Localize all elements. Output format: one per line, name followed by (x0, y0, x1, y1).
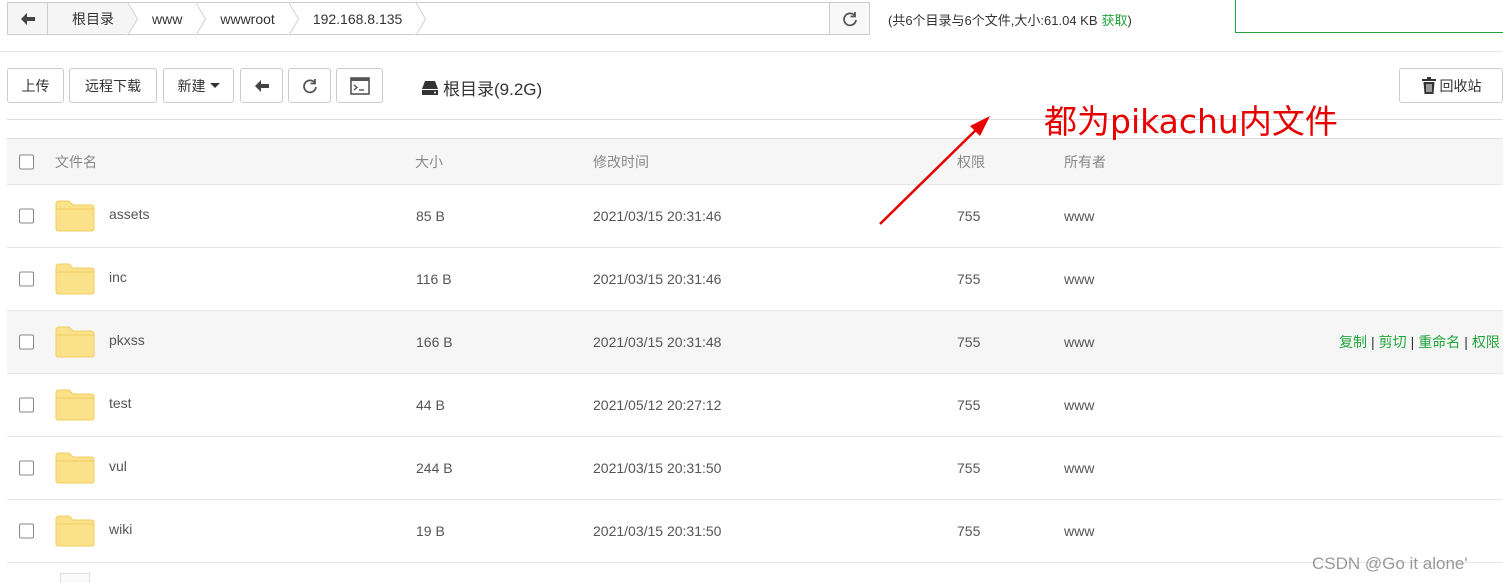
new-dropdown-button[interactable]: 新建 (163, 68, 234, 103)
file-owner[interactable]: www (1064, 397, 1094, 413)
upload-button[interactable]: 上传 (7, 68, 64, 103)
folder-icon (55, 200, 95, 232)
file-owner[interactable]: www (1064, 523, 1094, 539)
file-icon (60, 573, 90, 583)
file-perm[interactable]: 755 (957, 397, 980, 413)
folder-icon (55, 389, 95, 421)
dir-summary: (共6个目录与6个文件,大小:61.04 KB 获取) (888, 10, 1132, 29)
path-refresh-button[interactable] (829, 3, 869, 34)
summary-close: ) (1127, 13, 1132, 28)
file-owner[interactable]: www (1064, 208, 1094, 224)
file-name[interactable]: vul (109, 458, 127, 474)
select-all-checkbox[interactable] (19, 154, 34, 169)
divider (0, 51, 1503, 52)
file-perm[interactable]: 755 (957, 271, 980, 287)
copy-link[interactable]: 复制 (1339, 334, 1367, 350)
file-size: 44 B (416, 397, 445, 413)
file-owner[interactable]: www (1064, 271, 1094, 287)
refresh-icon (302, 78, 317, 93)
search-box-edge[interactable] (1235, 0, 1503, 33)
folder-icon (55, 452, 95, 484)
recycle-label: 回收站 (1439, 77, 1482, 94)
refresh-icon (842, 11, 857, 26)
path-input-area[interactable] (416, 3, 829, 34)
disk-indicator[interactable]: 根目录(9.2G) (421, 75, 542, 100)
table-row[interactable]: pkxss 166 B 2021/03/15 20:31:48 755 www … (7, 311, 1503, 374)
table-row[interactable]: wiki 19 B 2021/03/15 20:31:50 755 www (7, 500, 1503, 563)
file-name[interactable]: pkxss (109, 332, 145, 348)
disk-label: 根目录(9.2G) (443, 80, 543, 99)
annotation-text: 都为pikachu内文件 (1044, 102, 1338, 141)
recycle-bin-button[interactable]: 回收站 (1399, 68, 1503, 103)
terminal-button[interactable] (336, 68, 383, 103)
row-actions: 复制 | 剪切 | 重命名 | 权限 (1339, 332, 1500, 352)
file-size: 244 B (416, 460, 453, 476)
table-row[interactable]: inc 116 B 2021/03/15 20:31:46 755 www (7, 248, 1503, 311)
table-row[interactable]: vul 244 B 2021/03/15 20:31:50 755 www (7, 437, 1503, 500)
arrow-left-icon (254, 79, 269, 92)
crumb-root[interactable]: 根目录 (48, 2, 138, 36)
file-mtime: 2021/03/15 20:31:46 (593, 208, 722, 224)
arrow-left-icon (20, 12, 35, 25)
row-checkbox[interactable] (19, 271, 34, 287)
file-table: 文件名 大小 修改时间 权限 所有者 assets 85 B 2021/03/1… (7, 138, 1503, 563)
table-row[interactable]: assets 85 B 2021/03/15 20:31:46 755 www (7, 185, 1503, 248)
path-back-button[interactable] (8, 3, 48, 34)
rename-link[interactable]: 重命名 (1418, 334, 1460, 350)
table-header: 文件名 大小 修改时间 权限 所有者 (7, 139, 1503, 185)
row-checkbox[interactable] (19, 397, 34, 413)
hard-drive-icon (422, 80, 438, 95)
watermark: CSDN @Go it alone' (1312, 554, 1468, 573)
separator: | (1410, 334, 1415, 350)
row-checkbox[interactable] (19, 460, 34, 476)
file-name[interactable]: test (109, 395, 132, 411)
file-perm[interactable]: 755 (957, 460, 980, 476)
fetch-size-link[interactable]: 获取 (1102, 13, 1128, 28)
folder-icon (55, 263, 95, 295)
col-header-name[interactable]: 文件名 (55, 152, 97, 172)
file-size: 116 B (416, 271, 452, 287)
file-size: 166 B (416, 334, 453, 350)
file-size: 85 B (416, 208, 445, 224)
file-perm[interactable]: 755 (957, 523, 980, 539)
file-owner[interactable]: www (1064, 460, 1094, 476)
refresh-button[interactable] (288, 68, 331, 103)
row-checkbox[interactable] (19, 208, 34, 224)
file-mtime: 2021/03/15 20:31:46 (593, 271, 722, 287)
crumb-site[interactable]: 192.168.8.135 (289, 2, 426, 36)
cut-link[interactable]: 剪切 (1379, 334, 1407, 350)
file-name[interactable]: assets (109, 206, 149, 222)
file-mtime: 2021/03/15 20:31:50 (593, 460, 722, 476)
row-checkbox[interactable] (19, 523, 34, 539)
file-name[interactable]: wiki (109, 521, 132, 537)
folder-icon (55, 515, 95, 547)
row-checkbox[interactable] (19, 334, 34, 350)
file-owner[interactable]: www (1064, 334, 1094, 350)
annotation-arrow (879, 116, 990, 225)
terminal-icon (349, 76, 370, 95)
separator: | (1371, 334, 1375, 350)
folder-icon (55, 326, 95, 358)
back-button[interactable] (240, 68, 283, 103)
col-header-mtime[interactable]: 修改时间 (593, 152, 649, 172)
summary-text: (共6个目录与6个文件,大小:61.04 KB (888, 13, 1098, 28)
caret-down-icon (209, 82, 220, 88)
crumb-www[interactable]: www (128, 2, 207, 36)
file-mtime: 2021/03/15 20:31:48 (593, 334, 722, 350)
separator: | (1464, 334, 1468, 350)
path-bar: 根目录 www wwwroot 192.168.8.135 (7, 2, 870, 36)
col-header-owner[interactable]: 所有者 (1064, 152, 1106, 172)
file-name[interactable]: inc (109, 269, 127, 285)
permission-link[interactable]: 权限 (1472, 334, 1500, 350)
crumb-wwwroot[interactable]: wwwroot (196, 2, 300, 36)
file-mtime: 2021/05/12 20:27:12 (593, 397, 722, 413)
file-size: 19 B (416, 523, 445, 539)
remote-download-button[interactable]: 远程下载 (69, 68, 157, 103)
table-row[interactable]: test 44 B 2021/05/12 20:27:12 755 www (7, 374, 1503, 437)
trash-icon (1421, 76, 1436, 94)
file-perm[interactable]: 755 (957, 334, 980, 350)
col-header-size[interactable]: 大小 (415, 152, 443, 172)
new-label: 新建 (177, 77, 206, 94)
file-mtime: 2021/03/15 20:31:50 (593, 523, 722, 539)
